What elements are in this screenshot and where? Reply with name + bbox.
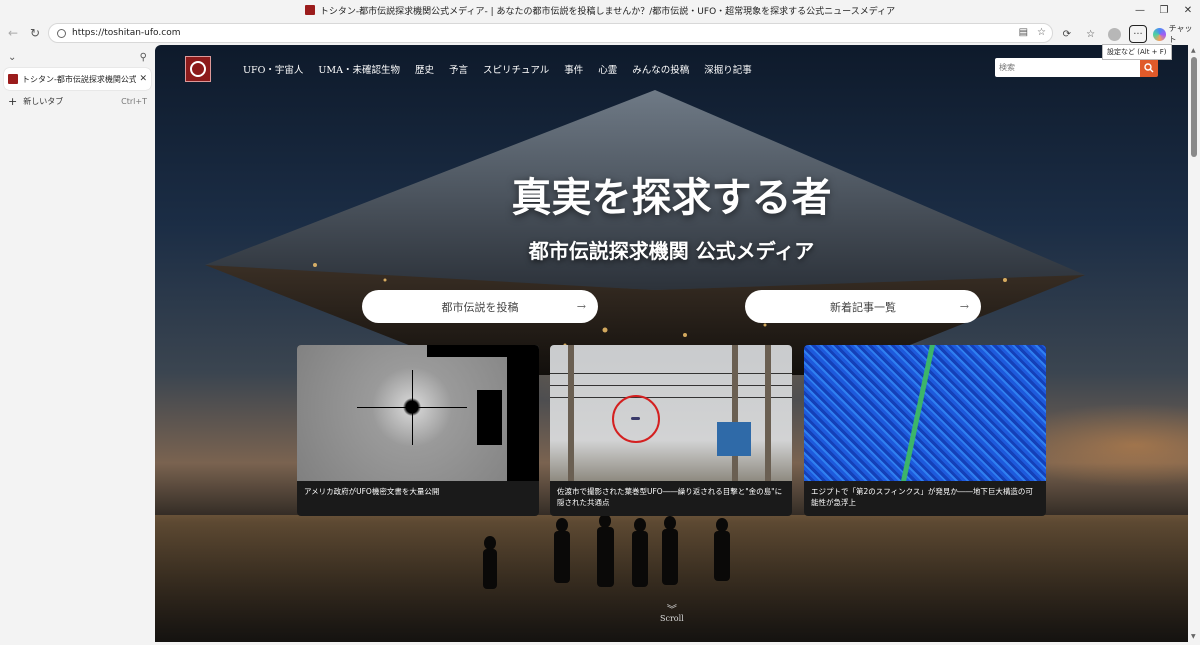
new-tab-label: 新しいタブ: [23, 96, 64, 106]
site-search: [995, 58, 1158, 77]
reader-view-icon[interactable]: ▤: [1019, 27, 1028, 38]
more-menu-button[interactable]: ···: [1129, 25, 1147, 43]
favorites-icon[interactable]: ☆: [1082, 25, 1100, 43]
article-thumbnail: [297, 345, 539, 481]
avatar: [1107, 27, 1121, 41]
article-thumbnail: [550, 345, 792, 481]
page-viewport: UFO・宇宙人 UMA・未確認生物 歴史 予言 スピリチュアル 事件 心霊 みん…: [155, 45, 1188, 642]
chevron-down-icon: ︾: [666, 605, 677, 616]
article-title: 佐渡市で撮影された葉巻型UFO――繰り返される目撃と"金の島"に隠された共通点: [557, 487, 783, 508]
back-button[interactable]: ←: [2, 22, 24, 44]
close-window-button[interactable]: ✕: [1176, 0, 1200, 20]
tooltip: 設定など (Alt + F): [1102, 44, 1172, 60]
scroll-indicator[interactable]: ︾ Scroll: [660, 605, 684, 624]
nav-ufo[interactable]: UFO・宇宙人: [243, 62, 303, 76]
page-scrollbar[interactable]: ▲ ▼: [1188, 45, 1200, 642]
nav-prophecy[interactable]: 予言: [449, 62, 468, 76]
latest-articles-button[interactable]: 新着記事一覧 →: [745, 290, 981, 323]
browser-toolbar: ← ↻ https://toshitan-ufo.com ▤ ☆ ⟳ ☆ ···…: [0, 20, 1200, 46]
hero-title: 真実を探求する者: [511, 174, 832, 221]
new-tab-shortcut: Ctrl+T: [121, 96, 147, 106]
post-legend-button[interactable]: 都市伝説を投稿 →: [362, 290, 598, 323]
nav-incidents[interactable]: 事件: [564, 62, 583, 76]
nav-user-posts[interactable]: みんなの投稿: [632, 62, 689, 76]
search-button[interactable]: [1140, 58, 1158, 77]
tab-active[interactable]: トシタン-都市伝説探求機関公式メディ ✕: [4, 68, 151, 90]
copilot-icon: [1152, 27, 1166, 41]
nav-ghosts[interactable]: 心霊: [598, 62, 617, 76]
url-text: https://toshitan-ufo.com: [72, 28, 181, 38]
plus-icon: +: [8, 94, 18, 108]
article-thumbnail: [804, 345, 1046, 481]
arrow-right-icon: →: [959, 300, 969, 313]
scrollbar-thumb[interactable]: [1191, 57, 1197, 157]
arrow-right-icon: →: [576, 300, 586, 313]
site-favicon-icon: [304, 5, 315, 15]
pin-icon[interactable]: ⚲: [140, 52, 147, 63]
silhouette-figures: [483, 515, 730, 589]
nav-uma[interactable]: UMA・未確認生物: [318, 62, 400, 76]
scroll-label: Scroll: [660, 614, 684, 623]
close-tab-icon[interactable]: ✕: [139, 74, 147, 84]
article-card[interactable]: エジプトで「第2のスフィンクス」が発見か――地下巨大構造の可能性が急浮上: [804, 345, 1046, 516]
window-controls: — ❐ ✕: [1128, 0, 1200, 20]
title-bar: トシタン-都市伝説探求機関公式メディア- | あなたの都市伝説を投稿しませんか？…: [0, 0, 1200, 20]
hero-subtitle: 都市伝説探求機関 公式メディア: [528, 239, 815, 263]
ufo-hero-image: [205, 90, 1085, 375]
extensions-icon[interactable]: ⟳: [1058, 25, 1076, 43]
new-tab-button[interactable]: + 新しいタブ Ctrl+T: [0, 90, 155, 112]
article-title: アメリカ政府がUFO機密文書を大量公開: [304, 487, 440, 496]
post-legend-label: 都市伝説を投稿: [441, 300, 519, 314]
article-card[interactable]: 佐渡市で撮影された葉巻型UFO――繰り返される目撃と"金の島"に隠された共通点: [550, 345, 792, 516]
tab-favicon-icon: [8, 74, 18, 84]
profile-button[interactable]: [1105, 25, 1123, 43]
nav-history[interactable]: 歴史: [415, 62, 434, 76]
search-input[interactable]: [995, 58, 1140, 77]
favorite-star-icon[interactable]: ☆: [1037, 27, 1046, 38]
search-icon: [1144, 62, 1154, 72]
vertical-tabs-sidebar: ⌄ ⚲ トシタン-都市伝説探求機関公式メディ ✕ + 新しいタブ Ctrl+T: [0, 46, 155, 645]
site-logo[interactable]: [185, 56, 211, 82]
minimize-button[interactable]: —: [1128, 0, 1152, 20]
refresh-button[interactable]: ↻: [24, 22, 46, 44]
site-nav: UFO・宇宙人 UMA・未確認生物 歴史 予言 スピリチュアル 事件 心霊 みん…: [243, 62, 752, 76]
logo-emblem-icon: [190, 61, 206, 77]
scroll-up-icon[interactable]: ▲: [1191, 47, 1196, 54]
maximize-button[interactable]: ❐: [1152, 0, 1176, 20]
copilot-button[interactable]: チャット: [1152, 23, 1200, 45]
nav-deep-dive[interactable]: 深掘り記事: [704, 62, 752, 76]
article-title: エジプトで「第2のスフィンクス」が発見か――地下巨大構造の可能性が急浮上: [811, 487, 1033, 508]
latest-articles-label: 新着記事一覧: [830, 300, 896, 314]
chevron-down-icon[interactable]: ⌄: [8, 52, 16, 63]
copilot-label: チャット: [1168, 24, 1193, 44]
site-info-icon[interactable]: [57, 28, 66, 38]
address-bar[interactable]: https://toshitan-ufo.com ▤ ☆: [48, 23, 1053, 43]
tab-title: トシタン-都市伝説探求機関公式メディ: [22, 74, 137, 84]
article-card[interactable]: アメリカ政府がUFO機密文書を大量公開: [297, 345, 539, 516]
scroll-down-icon[interactable]: ▼: [1191, 633, 1196, 640]
window-title: トシタン-都市伝説探求機関公式メディア- | あなたの都市伝説を投稿しませんか？…: [319, 6, 896, 17]
nav-spiritual[interactable]: スピリチュアル: [483, 62, 549, 76]
